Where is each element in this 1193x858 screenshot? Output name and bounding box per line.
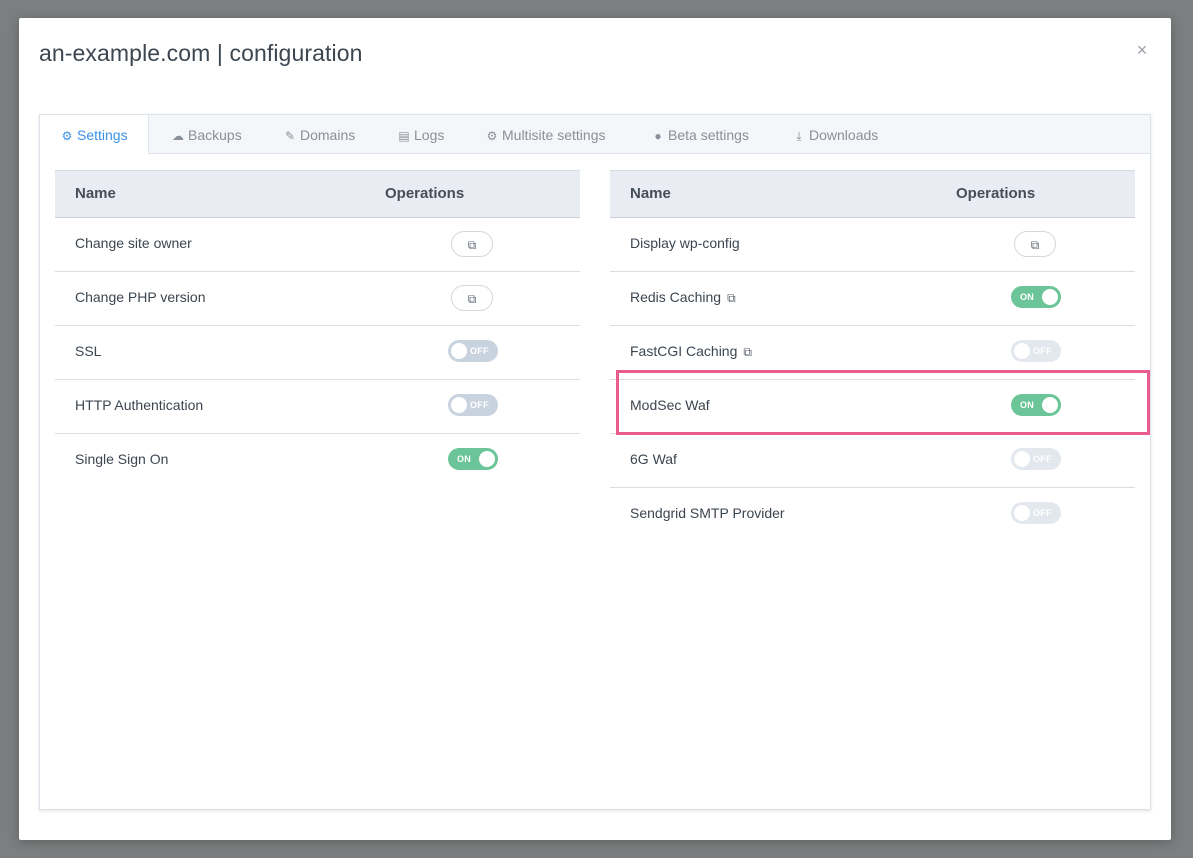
toggle-knob: [1014, 343, 1030, 359]
tab-settings[interactable]: ⚙ Settings: [40, 115, 149, 154]
tab-beta-settings[interactable]: ● Beta settings: [651, 115, 749, 153]
table-row: Change site owner ⧉: [55, 218, 580, 272]
setting-name: Single Sign On: [75, 451, 169, 467]
toggle-state-label: OFF: [470, 346, 489, 356]
settings-panel: ⚙ Settings ☁ Backups ✎ Domains ▤ Logs ⚙ Multi…: [39, 114, 1151, 810]
toggle-knob: [1014, 451, 1030, 467]
http-authentication-toggle[interactable]: OFF: [448, 394, 498, 416]
table-row: Redis Caching ⧉ ON: [610, 272, 1135, 326]
toggle-state-label: OFF: [470, 400, 489, 410]
toggle-state-label: ON: [1020, 400, 1035, 410]
toggle-knob: [1014, 505, 1030, 521]
toggle-state-label: ON: [457, 454, 472, 464]
setting-name: Display wp-config: [630, 235, 740, 251]
tab-multisite-settings[interactable]: ⚙ Multisite settings: [485, 115, 606, 153]
setting-name: ModSec Waf: [630, 397, 710, 413]
edit-icon: ✎: [284, 129, 296, 143]
table-row: Display wp-config ⧉: [610, 218, 1135, 272]
fastcgi-caching-toggle[interactable]: OFF: [1011, 340, 1061, 362]
setting-name-with-link: Redis Caching ⧉: [630, 272, 736, 323]
tab-backups[interactable]: ☁ Backups: [171, 115, 242, 153]
toggle-knob: [479, 451, 495, 467]
toggle-knob: [451, 397, 467, 413]
ssl-toggle[interactable]: OFF: [448, 340, 498, 362]
tab-downloads[interactable]: ⤓ Downloads: [792, 115, 878, 153]
toggle-knob: [1042, 289, 1058, 305]
single-sign-on-toggle[interactable]: ON: [448, 448, 498, 470]
tab-label: Beta settings: [668, 127, 749, 143]
close-icon[interactable]: ×: [1133, 41, 1151, 59]
tab-label: Multisite settings: [502, 127, 606, 143]
tab-domains[interactable]: ✎ Domains: [283, 115, 355, 153]
table-row: FastCGI Caching ⧉ OFF: [610, 326, 1135, 380]
external-link-icon: ⧉: [1030, 238, 1040, 252]
toggle-state-label: OFF: [1033, 454, 1052, 464]
download-icon: ⤓: [796, 129, 802, 143]
setting-name: 6G Waf: [630, 451, 677, 467]
external-link-icon: ⧉: [467, 292, 477, 306]
table-row: Change PHP version ⧉: [55, 272, 580, 326]
modal-title: an-example.com | configuration: [39, 40, 363, 66]
column-header-operations: Operations: [385, 185, 465, 202]
table-header: Name Operations: [55, 170, 580, 218]
external-link-icon[interactable]: ⧉: [727, 273, 736, 323]
modsec-waf-toggle[interactable]: ON: [1011, 394, 1061, 416]
table-row: 6G Waf OFF: [610, 434, 1135, 488]
toggle-knob: [451, 343, 467, 359]
table-row: Sendgrid SMTP Provider OFF: [610, 488, 1135, 541]
open-external-button[interactable]: ⧉: [451, 285, 493, 311]
tab-label: Downloads: [809, 127, 879, 143]
tab-bar: ⚙ Settings ☁ Backups ✎ Domains ▤ Logs ⚙ Multi…: [40, 115, 1150, 154]
tab-logs[interactable]: ▤ Logs: [397, 115, 444, 153]
table-header: Name Operations: [610, 170, 1135, 218]
tab-label: Domains: [300, 127, 356, 143]
toggle-state-label: OFF: [1033, 346, 1052, 356]
setting-name: HTTP Authentication: [75, 397, 204, 413]
toggle-state-label: OFF: [1033, 508, 1052, 518]
table-row: HTTP Authentication OFF: [55, 380, 580, 434]
setting-name: SSL: [75, 343, 102, 359]
setting-name: Redis Caching: [630, 289, 722, 305]
gear-icon: ⚙: [486, 129, 498, 143]
column-header-name: Name: [630, 185, 671, 202]
configuration-modal: an-example.com | configuration × ⚙ Settin…: [19, 18, 1171, 840]
setting-name-with-link: FastCGI Caching ⧉: [630, 326, 752, 377]
setting-name: Sendgrid SMTP Provider: [630, 505, 785, 521]
tab-label: Backups: [188, 127, 242, 143]
setting-name: Change PHP version: [75, 289, 206, 305]
6g-waf-toggle[interactable]: OFF: [1011, 448, 1061, 470]
open-external-button[interactable]: ⧉: [1014, 231, 1056, 257]
gear-icon: ⚙: [61, 129, 73, 143]
cloud-icon: ☁: [172, 129, 184, 143]
toggle-state-label: ON: [1020, 292, 1035, 302]
file-icon: ▤: [398, 129, 410, 143]
setting-name: FastCGI Caching: [630, 343, 738, 359]
redis-caching-toggle[interactable]: ON: [1011, 286, 1061, 308]
external-link-icon[interactable]: ⧉: [743, 327, 752, 377]
right-settings-table: Name Operations Display wp-config ⧉ Redi…: [610, 170, 1135, 541]
toggle-knob: [1042, 397, 1058, 413]
left-settings-table: Name Operations Change site owner ⧉ Chan…: [55, 170, 580, 487]
table-row: SSL OFF: [55, 326, 580, 380]
table-row: ModSec Waf ON: [610, 380, 1135, 434]
alert-circle-icon: ●: [654, 129, 662, 143]
column-header-operations: Operations: [956, 185, 1036, 202]
open-external-button[interactable]: ⧉: [451, 231, 493, 257]
tab-label: Settings: [77, 127, 128, 143]
column-header-name: Name: [75, 185, 116, 202]
sendgrid-smtp-toggle[interactable]: OFF: [1011, 502, 1061, 524]
external-link-icon: ⧉: [467, 238, 477, 252]
tab-label: Logs: [414, 127, 445, 143]
setting-name: Change site owner: [75, 235, 192, 251]
table-row: Single Sign On ON: [55, 434, 580, 487]
